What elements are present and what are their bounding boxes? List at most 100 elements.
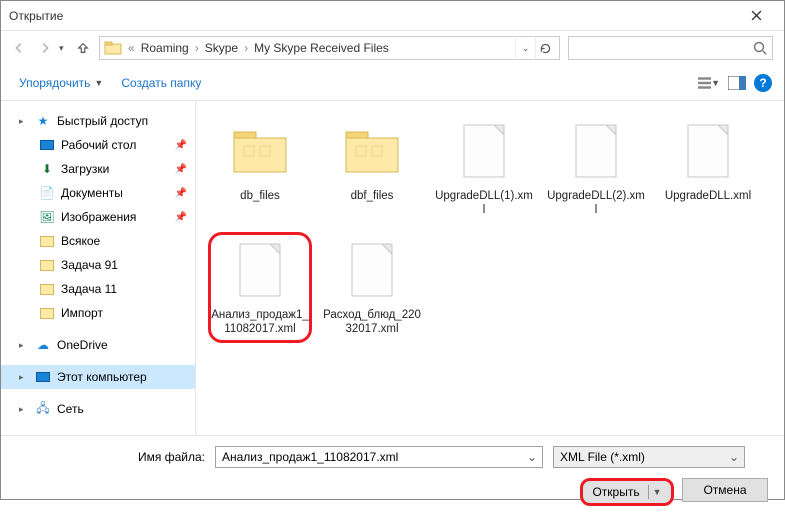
star-icon: ★ [35,113,51,129]
cloud-icon: ☁ [35,337,51,353]
pin-icon: 📌 [175,164,187,175]
file-label: db_files [240,189,280,203]
sidebar-onedrive[interactable]: ▸ ☁ OneDrive [1,333,195,357]
sidebar-pictures[interactable]: 🖼 Изображения 📌 [1,205,195,229]
help-button[interactable]: ? [754,74,772,92]
toolbar: Упорядочить ▼ Создать папку ▼ ? [1,65,784,101]
address-dropdown[interactable]: ⌄ [515,38,535,58]
folder-icon [39,305,55,321]
file-pane[interactable]: db_filesdbf_filesUpgradeDLL(1).xmlUpgrad… [196,101,784,435]
pc-icon [35,369,51,385]
nav-row: ▾ « Roaming › Skype › My Skype Received … [1,31,784,65]
open-button[interactable]: Открыть ▼ [580,478,674,506]
chevron-right-icon: › [193,41,201,55]
file-icon [228,238,292,302]
file-item[interactable]: UpgradeDLL.xml [656,113,760,224]
sidebar-folder[interactable]: Задача 91 [1,253,195,277]
filename-value: Анализ_продаж1_11082017.xml [222,450,524,464]
main-area: ▸ ★ Быстрый доступ Рабочий стол 📌 ⬇ Загр… [1,101,784,435]
crumb-roaming[interactable]: Roaming [137,41,193,55]
sidebar-desktop[interactable]: Рабочий стол 📌 [1,133,195,157]
crumb-skype[interactable]: Skype [201,41,242,55]
close-button[interactable] [736,1,776,31]
sidebar-folder[interactable]: Импорт [1,301,195,325]
back-button[interactable] [7,36,31,60]
filetype-combo[interactable]: XML File (*.xml) ⌄ [553,446,745,468]
refresh-button[interactable] [535,38,555,58]
file-label: UpgradeDLL.xml [665,189,751,203]
search-icon [752,40,768,56]
file-label: Анализ_продаж1_11082017.xml [211,308,309,337]
folder-item[interactable]: db_files [208,113,312,224]
address-bar[interactable]: « Roaming › Skype › My Skype Received Fi… [99,36,560,60]
caret-icon: ▸ [19,116,29,127]
folder-icon [39,233,55,249]
organize-label: Упорядочить [19,76,90,90]
history-dropdown[interactable]: ▾ [59,43,69,54]
crumb-prefix: « [126,41,137,55]
file-icon [676,119,740,183]
cancel-label: Отмена [703,483,746,497]
up-button[interactable] [71,36,95,60]
organize-menu[interactable]: Упорядочить ▼ [13,72,109,94]
arrow-up-icon [76,41,90,55]
file-item[interactable]: UpgradeDLL(2).xml [544,113,648,224]
filename-combo[interactable]: Анализ_продаж1_11082017.xml ⌄ [215,446,543,468]
file-label: dbf_files [351,189,394,203]
refresh-icon [539,42,552,55]
chevron-down-icon: ▼ [711,78,720,88]
footer: Имя файла: Анализ_продаж1_11082017.xml ⌄… [1,435,784,516]
sidebar-downloads[interactable]: ⬇ Загрузки 📌 [1,157,195,181]
pin-icon: 📌 [175,212,187,223]
sidebar-label: Всякое [61,234,100,248]
search-input[interactable] [573,41,752,55]
sidebar-label: Этот компьютер [57,370,147,384]
file-icon [452,119,516,183]
folder-icon [39,257,55,273]
folder-icon [340,119,404,183]
sidebar-label: Загрузки [61,162,109,176]
arrow-left-icon [12,41,26,55]
new-folder-button[interactable]: Создать папку [115,72,207,94]
sidebar-label: Документы [61,186,123,200]
sidebar-folder[interactable]: Задача 11 [1,277,195,301]
chevron-down-icon: ▼ [653,487,662,497]
sidebar-folder[interactable]: Всякое [1,229,195,253]
chevron-down-icon: ⌄ [524,450,540,464]
filetype-value: XML File (*.xml) [560,450,726,464]
sidebar-label: Рабочий стол [61,138,136,152]
sidebar-label: Сеть [57,402,84,416]
open-label: Открыть [592,485,639,499]
caret-icon: ▸ [19,404,29,415]
sidebar-quick-access[interactable]: ▸ ★ Быстрый доступ [1,109,195,133]
sidebar-label: OneDrive [57,338,108,352]
chevron-down-icon: ⌄ [726,450,742,464]
desktop-icon [39,137,55,153]
view-options-button[interactable]: ▼ [698,72,720,94]
search-box[interactable] [568,36,773,60]
folder-item[interactable]: dbf_files [320,113,424,224]
forward-button[interactable] [33,36,57,60]
sidebar-label: Импорт [61,306,103,320]
view-icon [698,76,711,90]
file-icon [340,238,404,302]
file-item[interactable]: Анализ_продаж1_11082017.xml [208,232,312,343]
crumb-received[interactable]: My Skype Received Files [250,41,393,55]
title-bar: Открытие [1,1,784,31]
file-label: Расход_блюд_22032017.xml [322,308,422,337]
preview-pane-button[interactable] [726,72,748,94]
documents-icon: 📄 [39,185,55,201]
sidebar-network[interactable]: ▸ 🖧 Сеть [1,397,195,421]
sidebar-this-pc[interactable]: ▸ Этот компьютер [1,365,195,389]
new-folder-label: Создать папку [121,76,201,90]
caret-icon: ▸ [19,340,29,351]
pin-icon: 📌 [175,188,187,199]
file-item[interactable]: UpgradeDLL(1).xml [432,113,536,224]
pin-icon: 📌 [175,140,187,151]
cancel-button[interactable]: Отмена [682,478,768,502]
file-item[interactable]: Расход_блюд_22032017.xml [320,232,424,343]
folder-icon [104,39,122,57]
sidebar-label: Задача 11 [61,282,117,296]
sidebar-documents[interactable]: 📄 Документы 📌 [1,181,195,205]
close-icon [751,10,762,21]
